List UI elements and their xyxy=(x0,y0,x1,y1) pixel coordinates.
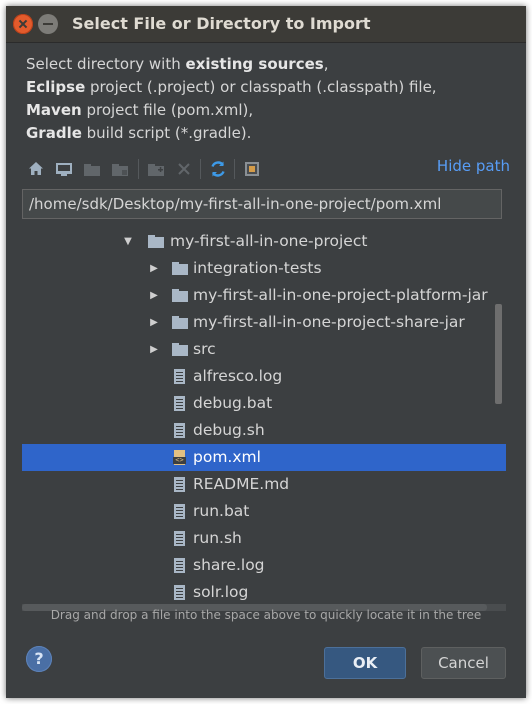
title-bar: Select File or Directory to Import xyxy=(6,6,526,43)
refresh-icon[interactable] xyxy=(208,159,228,179)
tree-folder-item[interactable]: ▶ integration-tests xyxy=(22,255,506,282)
text-file-icon xyxy=(172,396,188,411)
toolbar-separator xyxy=(138,159,139,179)
tree-vertical-scrollbar[interactable] xyxy=(495,304,502,404)
cancel-button[interactable]: Cancel xyxy=(421,647,506,679)
project-folder-icon[interactable] xyxy=(82,159,102,179)
tree-item-label: integration-tests xyxy=(193,259,322,277)
hide-path-link[interactable]: Hide path xyxy=(437,157,510,175)
tree-file-item[interactable]: run.sh xyxy=(22,525,506,552)
tree-item-label: README.md xyxy=(193,475,290,493)
tree-item-label: my-first-all-in-one-project-share-jar xyxy=(193,313,465,331)
tree-file-item[interactable]: share.log xyxy=(22,552,506,579)
tree-file-item[interactable]: debug.sh xyxy=(22,417,506,444)
import-dialog: Select File or Directory to Import Selec… xyxy=(6,6,526,698)
text-file-icon xyxy=(172,558,188,573)
tree-item-label: src xyxy=(193,340,216,358)
help-button[interactable]: ? xyxy=(26,646,52,672)
toolbar-separator xyxy=(200,159,201,179)
window-title: Select File or Directory to Import xyxy=(72,14,371,33)
module-folder-icon[interactable] xyxy=(110,159,130,179)
tree-file-item[interactable]: alfresco.log xyxy=(22,363,506,390)
tree-item-label: pom.xml xyxy=(193,448,261,466)
expand-arrow-icon[interactable]: ▶ xyxy=(148,255,160,282)
tree-file-item[interactable]: run.bat xyxy=(22,498,506,525)
text-file-icon xyxy=(172,585,188,600)
drag-drop-hint: Drag and drop a file into the space abov… xyxy=(50,608,482,622)
folder-icon xyxy=(148,234,164,249)
text-file-icon xyxy=(172,504,188,519)
tree-item-label: my-first-all-in-one-project xyxy=(170,232,368,250)
tree-item-label: debug.bat xyxy=(193,394,273,412)
folder-icon xyxy=(172,261,188,276)
tree-file-item[interactable]: debug.bat xyxy=(22,390,506,417)
folder-icon xyxy=(172,315,188,330)
desktop-icon[interactable] xyxy=(54,159,74,179)
folder-icon xyxy=(172,288,188,303)
expand-arrow-icon[interactable]: ▶ xyxy=(148,309,160,336)
toolbar-separator xyxy=(234,159,235,179)
tree-folder-item[interactable]: ▶ src xyxy=(22,336,506,363)
expand-arrow-icon[interactable]: ▶ xyxy=(148,282,160,309)
tree-item-label: solr.log xyxy=(193,583,249,601)
delete-icon[interactable] xyxy=(174,159,194,179)
minimize-window-button[interactable] xyxy=(38,14,58,34)
tree-item-label: share.log xyxy=(193,556,265,574)
tree-file-item[interactable]: <> pom.xml xyxy=(22,444,506,471)
folder-icon xyxy=(172,342,188,357)
tree-folder-item[interactable]: ▶ my-first-all-in-one-project-share-jar xyxy=(22,309,506,336)
collapse-arrow-icon[interactable]: ▼ xyxy=(122,228,134,255)
tree-item-label: run.bat xyxy=(193,502,250,520)
file-chooser-toolbar: Hide path xyxy=(24,156,510,182)
dialog-description: Select directory with existing sources, … xyxy=(26,55,437,142)
xml-file-icon: <> xyxy=(172,450,188,465)
new-folder-icon[interactable] xyxy=(146,159,166,179)
tree-item-label: alfresco.log xyxy=(193,367,283,385)
tree-item-label: my-first-all-in-one-project-platform-jar xyxy=(193,286,488,304)
tree-folder-item[interactable]: ▶ my-first-all-in-one-project-platform-ja… xyxy=(22,282,506,309)
text-file-icon xyxy=(172,477,188,492)
path-input[interactable]: /home/sdk/Desktop/my-first-all-in-one-pr… xyxy=(22,189,502,219)
tree-item-label: debug.sh xyxy=(193,421,265,439)
tree-folder-item[interactable]: ▼ my-first-all-in-one-project xyxy=(22,228,506,255)
home-icon[interactable] xyxy=(26,159,46,179)
tree-file-item[interactable]: README.md xyxy=(22,471,506,498)
text-file-icon xyxy=(172,369,188,384)
file-tree[interactable]: ▼ my-first-all-in-one-project ▶ integration… xyxy=(22,228,506,604)
text-file-icon xyxy=(172,531,188,546)
tree-item-label: run.sh xyxy=(193,529,242,547)
text-file-icon xyxy=(172,423,188,438)
show-hidden-icon[interactable] xyxy=(242,159,262,179)
ok-button[interactable]: OK xyxy=(324,647,406,679)
close-window-button[interactable] xyxy=(13,14,33,34)
expand-arrow-icon[interactable]: ▶ xyxy=(148,336,160,363)
tree-file-item[interactable]: solr.log xyxy=(22,579,506,604)
